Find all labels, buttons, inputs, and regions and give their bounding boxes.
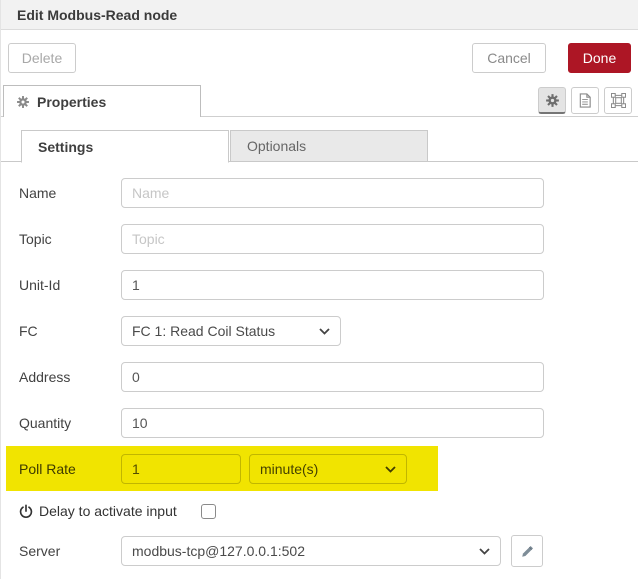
fc-label: FC <box>19 323 38 339</box>
delay-row: Delay to activate input <box>19 500 638 522</box>
appearance-button[interactable] <box>604 87 632 114</box>
chevron-down-icon <box>319 327 330 335</box>
fc-select-value: FC 1: Read Coil Status <box>132 323 276 339</box>
poll-rate-input[interactable] <box>121 454 241 484</box>
dialog-header: Edit Modbus-Read node <box>1 0 638 30</box>
delete-button[interactable]: Delete <box>8 42 76 73</box>
gear-icon <box>545 93 560 108</box>
tab-optionals[interactable]: Optionals <box>230 130 428 162</box>
quantity-row: Quantity <box>19 408 638 438</box>
fc-select[interactable]: FC 1: Read Coil Status <box>121 316 341 346</box>
unit-id-label: Unit-Id <box>19 277 61 293</box>
poll-rate-label: Poll Rate <box>19 461 76 477</box>
pencil-icon <box>521 545 534 558</box>
name-input[interactable] <box>121 178 544 208</box>
topic-label: Topic <box>19 231 52 247</box>
properties-tab-bar: Properties <box>1 85 638 117</box>
unit-id-input[interactable] <box>121 270 544 300</box>
address-input[interactable] <box>121 362 544 392</box>
description-icon <box>578 93 592 108</box>
done-button[interactable]: Done <box>568 42 631 73</box>
dialog-toolbar: Delete Cancel Done <box>1 30 638 85</box>
server-select[interactable]: modbus-tcp@127.0.0.1:502 <box>121 536 501 566</box>
address-row: Address <box>19 362 638 392</box>
gear-icon <box>16 95 30 109</box>
poll-rate-unit-value: minute(s) <box>260 461 319 477</box>
chevron-down-icon <box>479 547 490 555</box>
editor-icon-buttons <box>538 87 632 114</box>
edit-server-button[interactable] <box>511 535 543 567</box>
topic-input[interactable] <box>121 224 544 254</box>
tab-properties-label: Properties <box>37 93 107 110</box>
name-row: Name <box>19 178 638 208</box>
name-label: Name <box>19 185 57 201</box>
appearance-icon <box>610 93 626 108</box>
server-label: Server <box>19 543 61 559</box>
poll-rate-row: Poll Rate minute(s) <box>6 446 638 491</box>
tab-settings[interactable]: Settings <box>21 130 229 163</box>
properties-gear-button[interactable] <box>538 87 566 114</box>
settings-form: Name Topic Unit-Id FC FC 1: Read Coil St… <box>1 162 638 567</box>
power-icon <box>19 504 33 519</box>
delay-label: Delay to activate input <box>39 503 177 519</box>
quantity-input[interactable] <box>121 408 544 438</box>
fc-row: FC FC 1: Read Coil Status <box>19 316 638 346</box>
server-select-value: modbus-tcp@127.0.0.1:502 <box>132 543 305 559</box>
poll-rate-unit-select[interactable]: minute(s) <box>249 454 407 484</box>
cancel-button[interactable]: Cancel <box>472 42 546 73</box>
edit-node-dialog: Edit Modbus-Read node Delete Cancel Done <box>0 0 638 579</box>
quantity-label: Quantity <box>19 415 72 431</box>
address-label: Address <box>19 369 71 385</box>
server-row: Server modbus-tcp@127.0.0.1:502 <box>19 535 638 567</box>
form-tab-bar: Settings Optionals <box>1 130 638 163</box>
description-button[interactable] <box>571 87 599 114</box>
delay-checkbox[interactable] <box>200 503 216 519</box>
unit-id-row: Unit-Id <box>19 270 638 300</box>
chevron-down-icon <box>385 465 396 473</box>
tab-properties[interactable]: Properties <box>3 85 201 117</box>
topic-row: Topic <box>19 224 638 254</box>
dialog-title: Edit Modbus-Read node <box>17 6 178 23</box>
